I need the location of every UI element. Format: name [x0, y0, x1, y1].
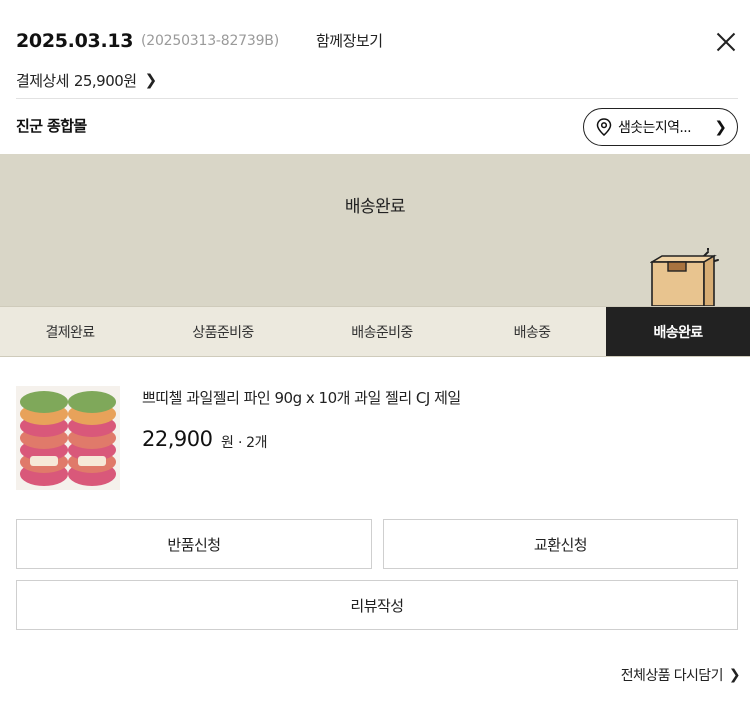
write-review-button[interactable]: 리뷰작성 — [16, 580, 738, 630]
store-name: 진군 종합몰 — [16, 117, 87, 135]
readd-all-to-cart-link[interactable]: 전체상품 다시담기 ❯ — [620, 665, 741, 685]
product-price: 22,900 — [142, 427, 213, 451]
step-delivered: 배송완료 — [606, 307, 750, 356]
location-pin-icon — [596, 118, 612, 136]
together-view-link[interactable]: 함께장보기 — [316, 30, 383, 51]
step-preparing-shipping: 배송준비중 — [351, 324, 413, 341]
chevron-right-icon: ❯ — [714, 118, 727, 136]
price-unit: 원 — [221, 435, 234, 451]
region-button[interactable]: 샘솟는지역... ❯ — [583, 108, 738, 146]
delivery-step-bar: 결제완료 상품준비중 배송준비중 배송중 배송완료 — [0, 306, 750, 357]
divider — [16, 98, 738, 99]
region-label: 샘솟는지역... — [618, 120, 692, 136]
payment-detail-link[interactable]: 결제상세 25,900원 ❯ — [16, 68, 157, 92]
exchange-request-button[interactable]: 교환신청 — [383, 519, 738, 569]
step-payment-complete: 결제완료 — [45, 324, 95, 341]
order-header: 2025.03.13 (20250313-82739B) 함께장보기 — [16, 26, 736, 56]
return-request-button[interactable]: 반품신청 — [16, 519, 372, 569]
payment-detail-label: 결제상세 — [16, 71, 69, 90]
step-in-transit: 배송중 — [513, 324, 551, 341]
banner-status-text: 배송완료 — [344, 197, 406, 217]
payment-amount: 25,900원 — [73, 71, 137, 90]
order-number: (20250313-82739B) — [141, 33, 279, 49]
product-name[interactable]: 쁘띠첼 과일젤리 파인 90g x 10개 과일 젤리 CJ 제일 — [142, 387, 461, 408]
delivery-status-banner: 배송완료 — [0, 154, 750, 306]
chevron-right-icon: ❯ — [728, 667, 741, 683]
order-date: 2025.03.13 — [16, 30, 134, 52]
chevron-right-icon: ❯ — [144, 71, 158, 89]
product-image[interactable] — [16, 386, 120, 490]
product-quantity: · 2개 — [238, 435, 268, 451]
readd-label: 전체상품 다시담기 — [620, 668, 724, 684]
delivery-box-icon — [650, 248, 719, 306]
step-preparing-product: 상품준비중 — [192, 324, 254, 341]
jelly-cups-image — [16, 386, 120, 490]
close-icon[interactable] — [714, 30, 738, 54]
